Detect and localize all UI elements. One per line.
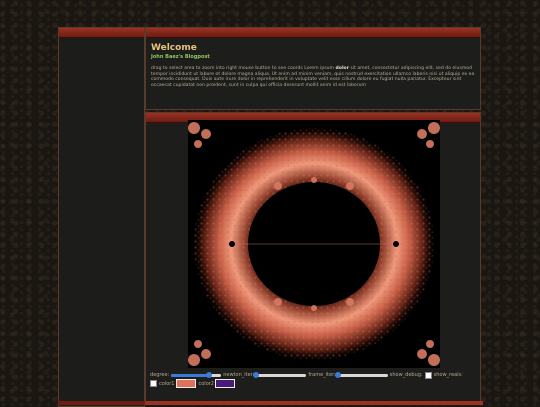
fractal-image	[188, 120, 440, 368]
color1-label: color1	[159, 380, 175, 387]
description-start: drag to select area to zoom into right m…	[151, 66, 336, 71]
degree-slider-knob[interactable]	[205, 371, 212, 378]
color2-picker[interactable]	[215, 379, 235, 388]
color1-picker[interactable]	[175, 379, 196, 388]
fractal-controls: degree: newton_iter: frame_iter: show_de…	[150, 371, 478, 388]
main-column: Welcome John Baez's Blogpost drag to sel…	[145, 27, 481, 404]
color2-label: color2	[198, 380, 215, 387]
newton-iter-label: newton_iter:	[223, 372, 255, 378]
frame-iter-slider[interactable]	[334, 371, 388, 378]
description-text: drag to select area to zoom into right m…	[151, 66, 475, 88]
sidebar-header-bar	[59, 28, 144, 38]
degree-label: degree:	[150, 372, 170, 378]
fractal-panel: degree: newton_iter: frame_iter: show_de…	[145, 112, 481, 402]
main-footer-bar	[145, 401, 483, 405]
degree-slider[interactable]	[171, 371, 222, 378]
blog-subtitle: John Baez's Blogpost	[151, 54, 210, 60]
show-reals-label: show_reals:	[433, 372, 463, 378]
fractal-canvas[interactable]	[188, 120, 440, 368]
frame-iter-slider-knob[interactable]	[334, 371, 341, 378]
page-title: Welcome	[151, 43, 197, 53]
show-debug-checkbox[interactable]	[424, 371, 432, 379]
newton-iter-slider-knob[interactable]	[253, 371, 260, 378]
degree-slider-fill	[171, 373, 209, 377]
welcome-header-bar	[146, 28, 480, 38]
description-bold: dolor	[335, 66, 349, 71]
show-debug-label: show_debug:	[389, 372, 423, 378]
frame-iter-label: frame_iter:	[308, 372, 336, 378]
sidebar-footer-bar	[58, 401, 145, 405]
left-sidebar	[58, 27, 145, 407]
newton-iter-slider[interactable]	[253, 371, 307, 378]
welcome-panel: Welcome John Baez's Blogpost drag to sel…	[145, 27, 481, 110]
show-reals-checkbox[interactable]	[150, 380, 157, 387]
